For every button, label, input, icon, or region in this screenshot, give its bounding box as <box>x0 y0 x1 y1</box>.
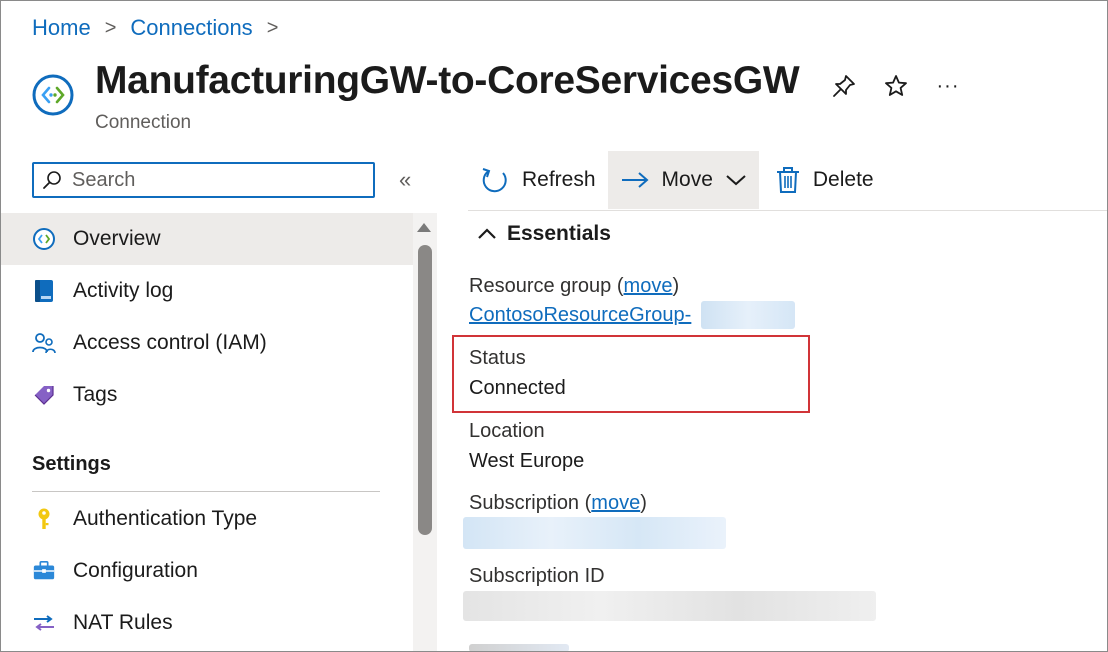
sidebar-item-label: NAT Rules <box>73 611 173 634</box>
settings-nav: Authentication Type Configuration NAT Ru… <box>1 493 413 649</box>
star-icon[interactable] <box>881 71 911 101</box>
resource-group-value: ContosoResourceGroup- <box>469 304 691 327</box>
collapse-menu-icon[interactable]: « <box>399 167 411 193</box>
subscription-move-link[interactable]: move <box>591 492 640 514</box>
subscription-label: Subscription (move) <box>469 492 647 514</box>
sidebar-item-label: Configuration <box>73 559 198 582</box>
settings-divider <box>32 491 380 492</box>
arrow-right-icon <box>620 168 650 192</box>
toolbar-divider <box>468 210 1107 211</box>
sidebar-item-access-control[interactable]: Access control (IAM) <box>1 317 413 369</box>
sidebar-item-activity-log[interactable]: Activity log <box>1 265 413 317</box>
left-nav: Overview Activity log Access control (IA… <box>1 213 413 421</box>
refresh-icon <box>480 165 510 195</box>
location-value: West Europe <box>469 450 585 472</box>
command-bar: Refresh Move Delete <box>468 151 886 209</box>
connection-icon <box>32 227 56 251</box>
sidebar-item-label: Access control (IAM) <box>73 331 267 354</box>
people-icon <box>32 331 56 355</box>
chevron-down-icon <box>725 173 747 187</box>
scrollbar-thumb[interactable] <box>418 245 432 535</box>
breadcrumb-separator-icon: > <box>266 16 279 39</box>
sidebar-item-label: Overview <box>73 227 161 250</box>
move-button[interactable]: Move <box>607 151 759 209</box>
title-actions: ··· <box>829 71 963 101</box>
sidebar-item-nat-rules[interactable]: NAT Rules <box>1 597 413 649</box>
essentials-header: Essentials <box>507 222 611 245</box>
activity-log-icon <box>32 279 56 303</box>
delete-label: Delete <box>812 168 874 191</box>
settings-section-header: Settings <box>32 453 111 475</box>
sidebar-item-overview[interactable]: Overview <box>1 213 413 265</box>
breadcrumb: Home > Connections > <box>32 15 278 41</box>
status-highlight-box <box>452 335 810 413</box>
search-input[interactable] <box>70 167 364 193</box>
tag-icon <box>32 383 56 407</box>
page-title: ManufacturingGW-to-CoreServicesGW <box>95 59 800 102</box>
move-label: Move <box>661 168 713 191</box>
refresh-button[interactable]: Refresh <box>468 151 608 209</box>
trash-icon <box>775 166 801 194</box>
portal-frame: Home > Connections > ManufacturingGW-to-… <box>0 0 1108 652</box>
resource-group-label: Resource group (move) <box>469 275 680 297</box>
breadcrumb-separator-icon: > <box>104 16 117 39</box>
essentials-toggle[interactable]: Essentials <box>477 222 611 246</box>
subscription-id-label: Subscription ID <box>469 565 605 587</box>
resource-group-link[interactable]: ContosoResourceGroup- <box>469 304 691 326</box>
key-icon <box>32 507 56 531</box>
sidebar-item-authentication-type[interactable]: Authentication Type <box>1 493 413 545</box>
breadcrumb-connections[interactable]: Connections <box>130 15 252 41</box>
nat-rules-icon <box>32 611 56 635</box>
resource-group-label-text: Resource group <box>469 275 612 297</box>
sidebar-item-configuration[interactable]: Configuration <box>1 545 413 597</box>
more-options-icon[interactable]: ··· <box>933 71 963 101</box>
resource-group-move-link[interactable]: move <box>624 275 673 297</box>
briefcase-icon <box>32 559 56 583</box>
chevron-up-icon <box>478 228 496 239</box>
pin-icon[interactable] <box>829 71 859 101</box>
sidebar-item-label: Tags <box>73 383 118 406</box>
subscription-label-text: Subscription <box>469 492 580 514</box>
sidebar-item-tags[interactable]: Tags <box>1 369 413 421</box>
search-icon <box>43 171 61 189</box>
cut-off-row <box>469 644 569 651</box>
delete-button[interactable]: Delete <box>763 151 886 209</box>
connection-resource-icon <box>32 74 74 116</box>
redacted-subscription-id <box>463 591 876 621</box>
refresh-label: Refresh <box>522 168 596 191</box>
sidebar-item-label: Activity log <box>73 279 174 302</box>
breadcrumb-home[interactable]: Home <box>32 15 91 41</box>
search-box[interactable] <box>32 162 375 198</box>
redacted-resource-group <box>701 301 795 329</box>
location-label: Location <box>469 420 545 442</box>
scroll-up-icon[interactable] <box>417 223 431 232</box>
page-subtitle: Connection <box>95 112 192 133</box>
redacted-subscription <box>463 517 726 549</box>
sidebar-item-label: Authentication Type <box>73 507 258 530</box>
